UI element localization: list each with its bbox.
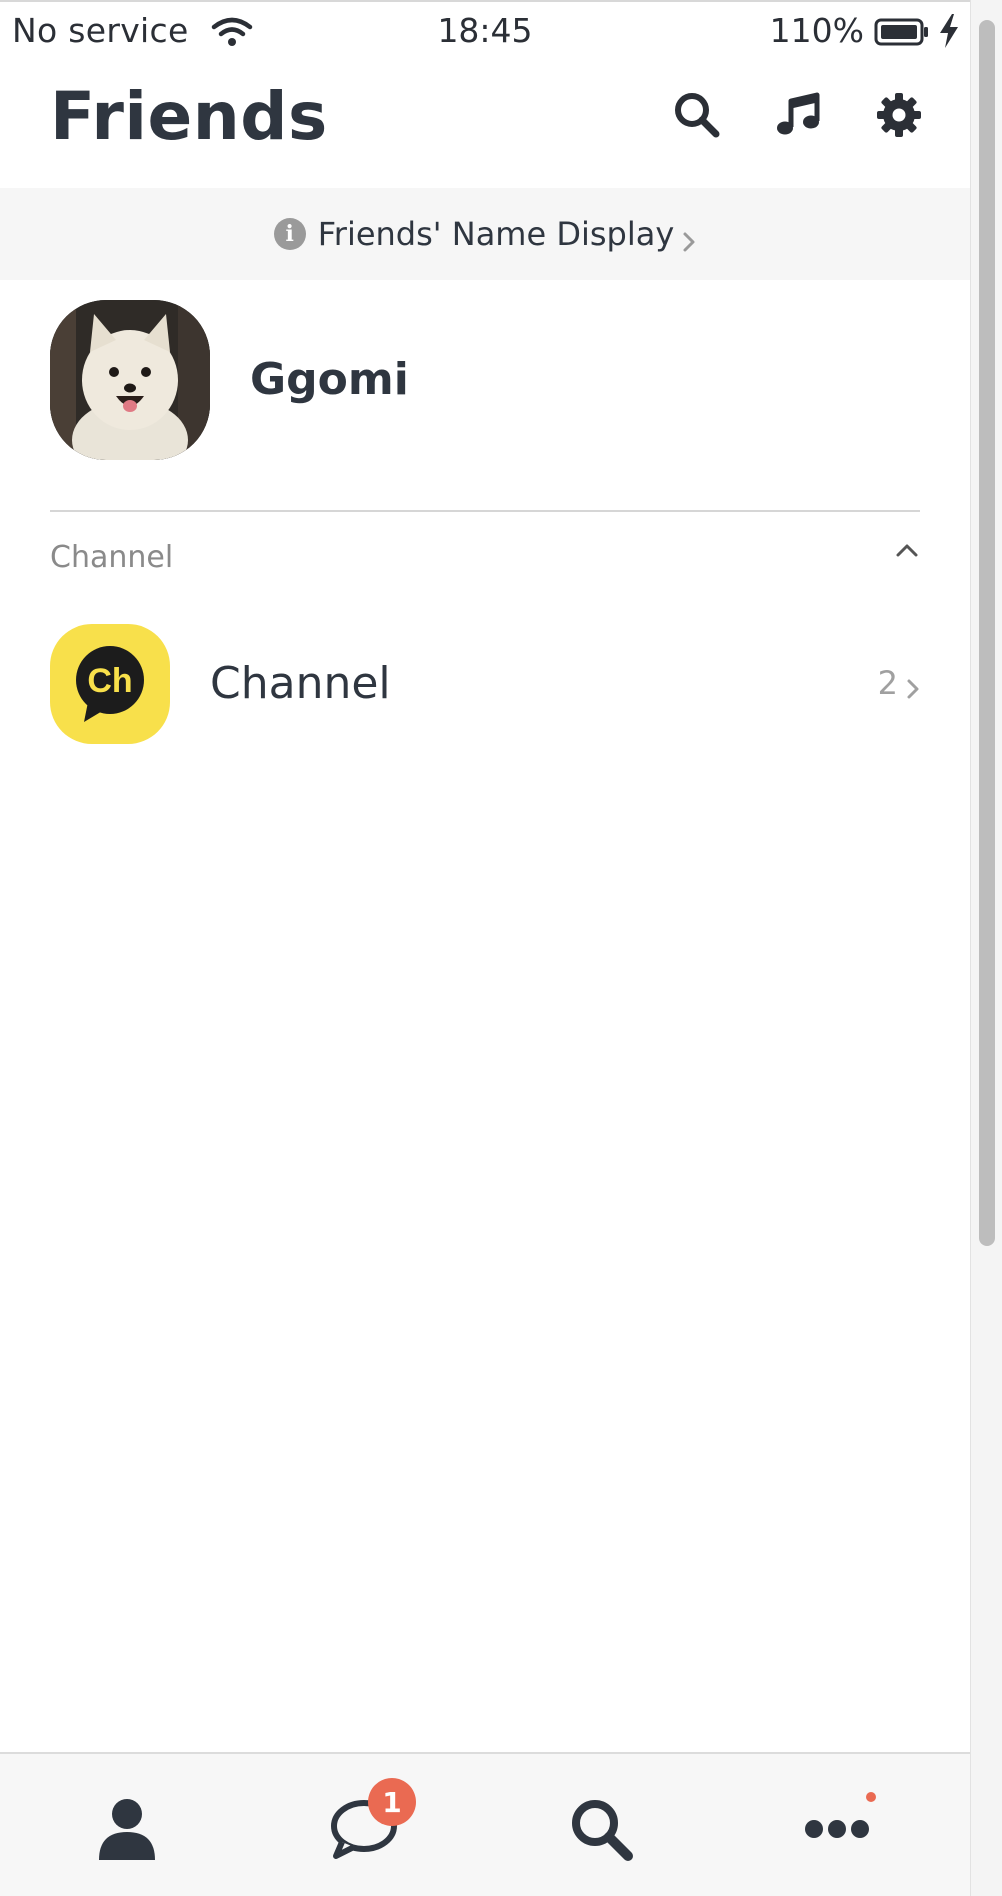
channel-count-value: 2 (877, 664, 898, 702)
battery-percent: 110% (769, 11, 864, 50)
search-icon[interactable] (670, 88, 724, 142)
channel-logo-text: Ch (87, 662, 132, 700)
my-profile[interactable]: Ggomi (0, 280, 970, 510)
charging-icon (938, 13, 960, 48)
friends-screen: No service 18:45 110% Friends i Friends'… (0, 0, 970, 1896)
music-icon[interactable] (772, 88, 826, 142)
name-display-banner[interactable]: i Friends' Name Display (0, 188, 970, 280)
chevron-right-icon (906, 671, 920, 699)
search-icon (572, 1800, 633, 1861)
channel-list-item[interactable]: Ch Channel 2 (0, 612, 970, 762)
channel-count: 2 (878, 664, 920, 702)
channel-logo: Ch (50, 624, 170, 744)
chevron-right-icon (682, 223, 696, 252)
divider (50, 510, 920, 512)
search-tab[interactable] (556, 1784, 646, 1874)
more-icon (805, 1820, 869, 1838)
avatar[interactable] (50, 300, 210, 460)
info-icon: i (273, 218, 306, 250)
channel-section-header[interactable]: Channel (50, 532, 920, 584)
header: Friends (0, 58, 970, 188)
status-bar: No service 18:45 110% (0, 2, 970, 58)
profile-name: Ggomi (250, 354, 409, 405)
bottom-tab-bar: 1 (0, 1752, 970, 1896)
new-indicator-dot (866, 1792, 876, 1802)
battery-icon (874, 16, 930, 46)
person-icon (99, 1799, 155, 1860)
scrollbar[interactable] (970, 0, 1002, 1896)
chevron-up-icon[interactable] (894, 538, 920, 564)
name-display-label: Friends' Name Display (317, 215, 675, 253)
app-screen: No service 18:45 110% Friends i Friends'… (0, 0, 1002, 1896)
scrollbar-thumb[interactable] (979, 20, 995, 1246)
status-right: 110% (770, 11, 960, 50)
channel-name: Channel (210, 658, 391, 709)
section-label: Channel (50, 540, 174, 575)
page-title: Friends (50, 78, 328, 155)
friends-tab[interactable] (82, 1784, 172, 1874)
unread-badge: 1 (368, 1778, 416, 1826)
settings-icon[interactable] (872, 88, 926, 142)
